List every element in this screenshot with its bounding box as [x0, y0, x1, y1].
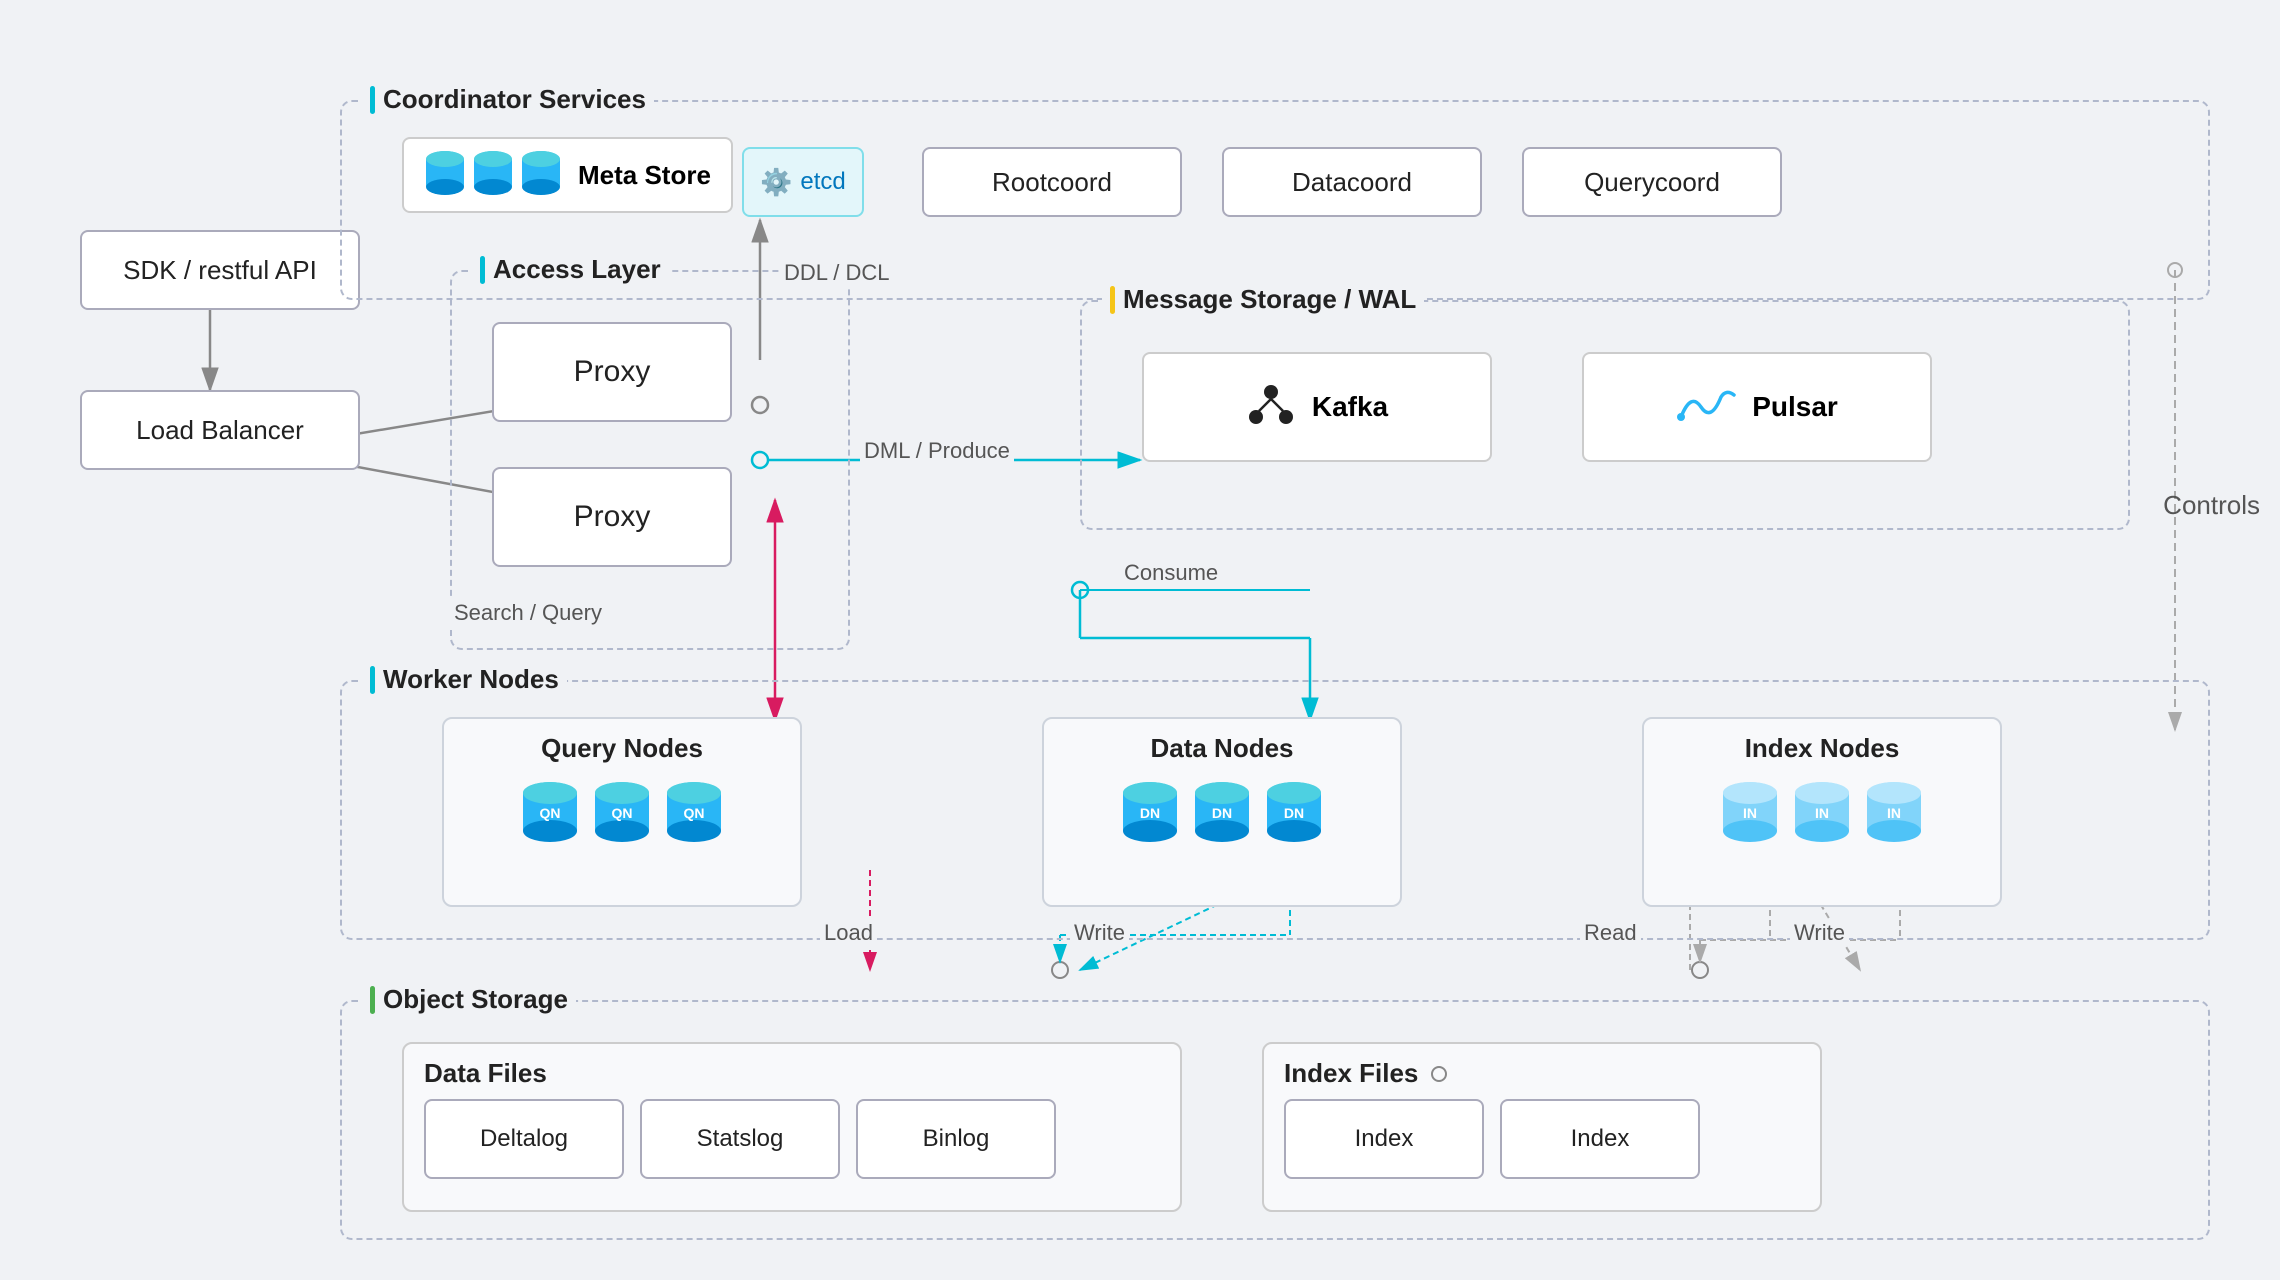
rootcoord-box: Rootcoord — [922, 147, 1182, 217]
ddl-dcl-label: DDL / DCL — [780, 260, 894, 286]
svg-text:IN: IN — [1887, 805, 1901, 821]
kafka-icon — [1246, 382, 1296, 432]
query-nodes-title: Query Nodes — [464, 733, 780, 764]
diagram: SDK / restful API Load Balancer Coordina… — [0, 0, 2280, 1280]
index-nodes-icons: IN IN IN — [1664, 780, 1980, 850]
svg-text:DN: DN — [1284, 805, 1304, 821]
proxy2-box: Proxy — [492, 467, 732, 567]
querycoord-label: Querycoord — [1584, 167, 1720, 198]
object-storage-title: Object Storage — [362, 984, 576, 1015]
data-files-title: Data Files — [424, 1058, 1160, 1089]
datacoord-box: Datacoord — [1222, 147, 1482, 217]
metastore-label: Meta Store — [578, 160, 711, 191]
rootcoord-label: Rootcoord — [992, 167, 1112, 198]
svg-text:QN: QN — [684, 805, 705, 821]
metastore-group: Meta Store — [402, 137, 733, 213]
index1-box: Index — [1284, 1099, 1484, 1179]
proxy1-box: Proxy — [492, 322, 732, 422]
metastore-db-icons — [424, 149, 562, 201]
data-nodes-group: Data Nodes DN DN DN — [1042, 717, 1402, 907]
write-in-label: Write — [1790, 920, 1849, 946]
binlog-box: Binlog — [856, 1099, 1056, 1179]
etcd-box: ⚙️ etcd — [742, 147, 864, 217]
pulsar-box: Pulsar — [1582, 352, 1932, 462]
index-nodes-title: Index Nodes — [1664, 733, 1980, 764]
lb-label: Load Balancer — [136, 415, 304, 446]
deltalog-box: Deltalog — [424, 1099, 624, 1179]
svg-text:DN: DN — [1212, 805, 1232, 821]
read-label: Read — [1580, 920, 1641, 946]
index-files-group: Index Files Index Index — [1262, 1042, 1822, 1212]
gear-icon: ⚙️ — [760, 167, 792, 198]
index1-label: Index — [1355, 1125, 1414, 1153]
worker-nodes-title: Worker Nodes — [362, 664, 567, 695]
svg-text:QN: QN — [612, 805, 633, 821]
svg-text:QN: QN — [540, 805, 561, 821]
statslog-box: Statslog — [640, 1099, 840, 1179]
message-storage-section: Message Storage / WAL Kafka Pulsar — [1080, 300, 2130, 530]
deltalog-label: Deltalog — [480, 1125, 568, 1153]
svg-text:DN: DN — [1140, 805, 1160, 821]
querycoord-box: Querycoord — [1522, 147, 1782, 217]
index2-label: Index — [1571, 1125, 1630, 1153]
write-dn-label: Write — [1070, 920, 1129, 946]
message-storage-title: Message Storage / WAL — [1102, 284, 1424, 315]
access-layer-section: Access Layer Proxy Proxy — [450, 270, 850, 650]
query-nodes-icons: QN QN QN — [464, 780, 780, 850]
index-files-circle-icon — [1430, 1065, 1448, 1083]
etcd-label: etcd — [800, 168, 845, 196]
proxy2-label: Proxy — [574, 500, 651, 534]
kafka-label: Kafka — [1312, 391, 1388, 423]
index-boxes: Index Index — [1264, 1099, 1820, 1179]
sdk-box: SDK / restful API — [80, 230, 360, 310]
pulsar-label: Pulsar — [1752, 391, 1838, 423]
data-nodes-title: Data Nodes — [1064, 733, 1380, 764]
consume-label: Consume — [1120, 560, 1222, 586]
data-nodes-icons: DN DN DN — [1064, 780, 1380, 850]
index-nodes-group: Index Nodes IN IN IN — [1642, 717, 2002, 907]
statslog-label: Statslog — [697, 1125, 784, 1153]
sdk-label: SDK / restful API — [123, 255, 317, 286]
search-query-label: Search / Query — [450, 600, 606, 626]
coordinator-title: Coordinator Services — [362, 84, 654, 115]
svg-text:IN: IN — [1815, 805, 1829, 821]
dml-produce-label: DML / Produce — [860, 438, 1014, 464]
load-balancer-box: Load Balancer — [80, 390, 360, 470]
access-layer-title: Access Layer — [472, 254, 669, 285]
query-nodes-group: Query Nodes QN QN QN — [442, 717, 802, 907]
index2-box: Index — [1500, 1099, 1700, 1179]
datacoord-label: Datacoord — [1292, 167, 1412, 198]
worker-nodes-section: Worker Nodes Query Nodes QN QN QN Data N… — [340, 680, 2210, 940]
proxy1-label: Proxy — [574, 355, 651, 389]
pulsar-icon — [1676, 387, 1736, 427]
data-files-boxes: Deltalog Statslog Binlog — [404, 1099, 1180, 1179]
binlog-label: Binlog — [923, 1125, 990, 1153]
index-files-title: Index Files — [1284, 1058, 1800, 1089]
svg-text:IN: IN — [1743, 805, 1757, 821]
object-storage-section: Object Storage Data Files Deltalog Stats… — [340, 1000, 2210, 1240]
load-label: Load — [820, 920, 877, 946]
kafka-box: Kafka — [1142, 352, 1492, 462]
controls-label: Controls — [2163, 490, 2260, 521]
data-files-group: Data Files Deltalog Statslog Binlog — [402, 1042, 1182, 1212]
